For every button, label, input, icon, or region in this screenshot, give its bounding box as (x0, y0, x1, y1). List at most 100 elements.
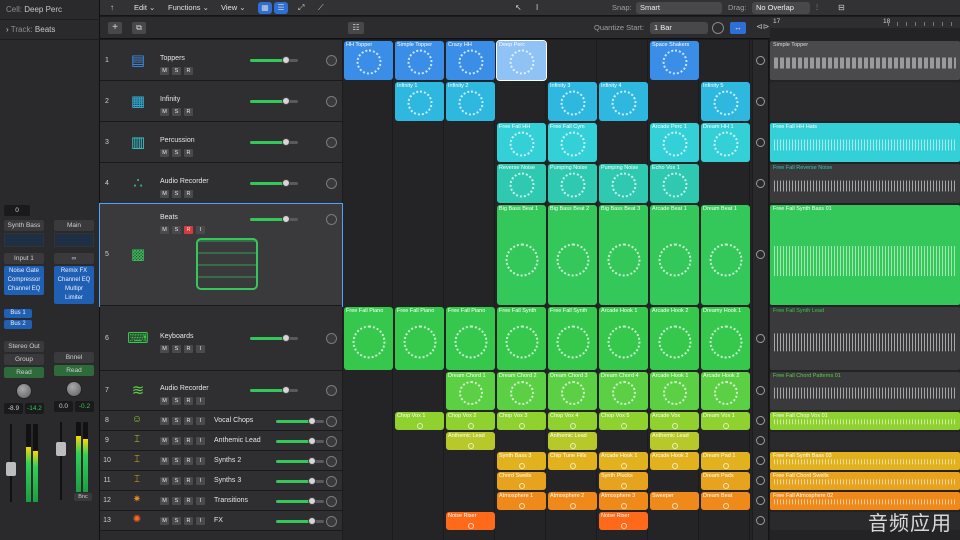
group-slot[interactable]: Bnnel (54, 352, 94, 363)
track-header[interactable]: 2 ▦ Infinity M S R (100, 81, 342, 122)
loop-cell[interactable]: Dream Chord 3 (548, 372, 597, 410)
pan-knob[interactable] (326, 332, 337, 344)
loop-cell[interactable]: Atmosphere 1 (497, 492, 546, 510)
waveform-zoom-icon[interactable]: ⫶ (816, 2, 818, 14)
infinity-instrument-icon[interactable]: ▦ (122, 93, 154, 111)
loop-cell[interactable]: Arcade Vox (650, 412, 699, 430)
input-monitor-button[interactable]: I (196, 457, 205, 465)
track-inspector-header[interactable]: › Track: Beats (0, 20, 100, 40)
loop-cell[interactable]: Chord Swells (497, 472, 546, 490)
eq-thumbnail-label[interactable]: Synth Bass (4, 220, 44, 231)
input-monitor-button[interactable]: I (196, 437, 205, 445)
solo-button[interactable]: S (172, 517, 181, 525)
track-header[interactable]: 8 ☺ Vocal Chops M S R I (100, 411, 342, 431)
volume-slider-knob[interactable] (282, 178, 290, 187)
volume-slider-knob[interactable] (308, 457, 316, 465)
loop-cell[interactable]: Infinity 1 (395, 82, 444, 121)
stop-cell-button[interactable] (756, 456, 765, 465)
plugin-slot[interactable]: Compressor (4, 276, 44, 285)
stop-cell-button[interactable] (756, 476, 765, 485)
percussion-instrument-icon[interactable]: ▥ (122, 134, 154, 152)
loop-cell[interactable]: Noise Riser (599, 512, 648, 530)
volume-slider-knob[interactable] (282, 333, 290, 342)
loop-cell[interactable]: Dream Chord 4 (599, 372, 648, 410)
cell-inspector-header[interactable]: Cell: Deep Perc (0, 0, 100, 20)
solo-button[interactable]: S (172, 189, 181, 198)
loop-cell[interactable]: Chop Vox 4 (548, 412, 597, 430)
synth-icon[interactable]: ⌶ (130, 453, 144, 467)
arrange-region[interactable] (770, 432, 960, 450)
track-header[interactable]: 7 ≋ Audio Recorder M S R I (100, 371, 342, 411)
duplicate-button[interactable]: ⧉ (132, 22, 146, 34)
track-name[interactable]: Toppers (160, 55, 185, 62)
drag-select[interactable]: No Overlap (752, 2, 810, 14)
arrange-region[interactable]: Free Fall Synth Lead (770, 307, 960, 370)
volume-slider[interactable] (250, 140, 298, 144)
volume-slider[interactable] (250, 389, 298, 392)
track-header[interactable]: 11 ⌶ Synths 3 MSRI (100, 471, 342, 491)
solo-button[interactable]: S (172, 477, 181, 485)
arrange-region[interactable]: Free Fall HH Hats (770, 123, 960, 162)
loop-cell[interactable]: Deep Perc (496, 40, 547, 81)
bar-ruler[interactable]: 17 18 (770, 17, 960, 28)
loop-cell[interactable]: Reverse Noise (497, 164, 546, 203)
loop-cell[interactable]: Sweeper (650, 492, 699, 510)
mute-button[interactable]: M (160, 417, 169, 425)
quantize-select[interactable]: 1 Bar (650, 22, 708, 34)
mute-button[interactable]: M (160, 226, 169, 234)
input-monitor-button[interactable]: I (196, 397, 205, 405)
pan-knob[interactable] (66, 381, 82, 397)
loop-cell[interactable]: Chop Vox 1 (395, 412, 444, 430)
loop-cell[interactable]: Infinity 4 (599, 82, 648, 121)
solo-button[interactable]: S (172, 344, 181, 353)
loop-cell[interactable]: Free Fall Cym (548, 123, 597, 162)
record-enable-button[interactable]: R (184, 107, 193, 116)
record-enable-button[interactable]: R (184, 457, 193, 465)
input-slot[interactable]: Input 1 (4, 253, 44, 264)
volume-fader[interactable] (6, 462, 16, 476)
record-enable-button[interactable]: R (184, 497, 193, 505)
solo-button[interactable]: S (172, 66, 181, 75)
functions-menu[interactable]: Functions ⌄ (168, 2, 209, 14)
record-enable-button[interactable]: R (184, 226, 193, 234)
list-view-button[interactable]: ☰ (274, 2, 288, 14)
loop-cell[interactable]: Chop Vox 3 (497, 412, 546, 430)
send-slot[interactable]: Bus 1 (4, 309, 32, 318)
arrange-region[interactable]: Free Fall Chord Swells (770, 472, 960, 490)
track-name[interactable]: Percussion (160, 137, 195, 144)
record-enable-button[interactable]: R (184, 189, 193, 198)
bounce-button[interactable]: Bnc (74, 493, 92, 501)
wand-icon[interactable]: ⟋ (318, 2, 324, 14)
loop-cell[interactable]: Dream Chord 2 (497, 372, 546, 410)
loop-cell[interactable]: Free Fall Synth (497, 307, 546, 370)
keyboard-icon[interactable]: ⌨ (122, 330, 154, 348)
mute-button[interactable]: M (160, 148, 169, 157)
snap-select[interactable]: Smart (636, 2, 722, 14)
loop-cell[interactable]: Arcade Hook 1 (599, 452, 648, 470)
synth-icon[interactable]: ⌶ (130, 473, 144, 487)
stop-cell-button[interactable] (756, 416, 765, 425)
loop-cell[interactable]: Free Fall Synth (548, 307, 597, 370)
loop-cell[interactable]: Synth Plucks (599, 472, 648, 490)
loop-cell[interactable]: Atmosphere 3 (599, 492, 648, 510)
track-header[interactable]: 1 ▤ Toppers M S R (100, 40, 342, 81)
pan-knob[interactable] (326, 136, 337, 148)
arrange-region[interactable] (770, 82, 960, 121)
track-name[interactable]: Synths 2 (214, 457, 241, 464)
solo-button[interactable]: S (172, 226, 181, 234)
track-header[interactable]: 3 ▥ Percussion M S R (100, 122, 342, 163)
volume-slider-knob[interactable] (282, 96, 290, 105)
mute-button[interactable]: M (160, 397, 169, 405)
eq-thumbnail-label[interactable]: Main (54, 220, 94, 231)
loop-cell[interactable]: Free Fall Piano (446, 307, 495, 370)
track-header[interactable]: 5 ▩ Beats M S R I (99, 203, 343, 307)
loop-cell[interactable]: Arcade Hook 1 (599, 307, 648, 370)
track-name[interactable]: Beats (160, 214, 178, 221)
stop-cell-button[interactable] (756, 386, 765, 395)
loop-cell[interactable]: Infinity 3 (548, 82, 597, 121)
loop-cell[interactable]: Infinity 2 (446, 82, 495, 121)
loop-cell[interactable]: HH Topper (344, 41, 393, 80)
track-name[interactable]: Keyboards (160, 333, 193, 340)
volume-slider-knob[interactable] (308, 497, 316, 505)
volume-fader[interactable] (56, 442, 66, 456)
